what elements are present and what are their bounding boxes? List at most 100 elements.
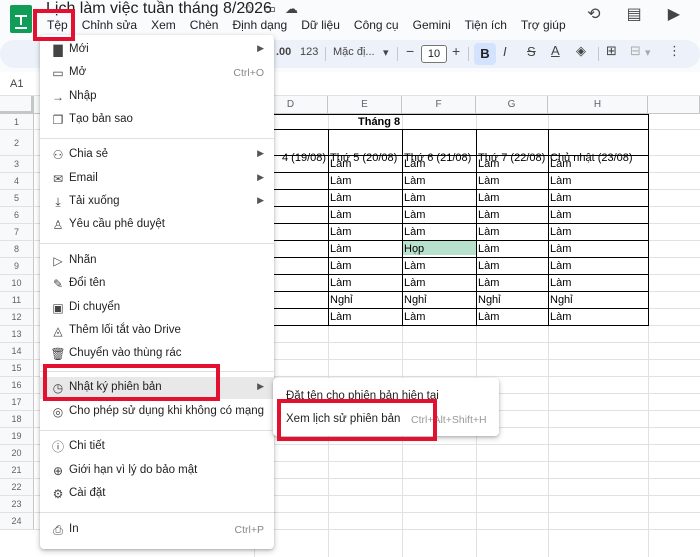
star-icon[interactable]: ☆: [243, 1, 255, 17]
table-cell[interactable]: Làm: [550, 226, 571, 238]
merge-cells-icon[interactable]: ⊟: [630, 43, 641, 59]
decimal-increase-button[interactable]: .00: [276, 46, 291, 58]
table-cell[interactable]: Làm: [404, 260, 425, 272]
row-header[interactable]: 18: [0, 411, 34, 428]
table-cell[interactable]: Làm: [550, 277, 571, 289]
row-header[interactable]: 7: [0, 224, 34, 241]
row-header[interactable]: 17: [0, 394, 34, 411]
menu-item-new[interactable]: ▇ Mới ▶: [40, 39, 274, 61]
row-header[interactable]: 6: [0, 207, 34, 224]
font-size-input[interactable]: 10: [421, 45, 447, 63]
table-cell[interactable]: Nghỉ: [478, 294, 501, 306]
table-cell[interactable]: Làm: [330, 209, 351, 221]
chevron-down-icon[interactable]: ▾: [645, 46, 651, 59]
table-cell[interactable]: Họp: [404, 243, 424, 255]
row-header[interactable]: 5: [0, 190, 34, 207]
row-header[interactable]: 20: [0, 445, 34, 462]
table-cell[interactable]: Làm: [478, 243, 499, 255]
fill-color-icon[interactable]: ◈: [576, 43, 586, 59]
borders-icon[interactable]: ⊞: [606, 43, 617, 59]
row-header[interactable]: 10: [0, 275, 34, 292]
menu-item-move[interactable]: ▣ Di chuyển: [40, 297, 274, 319]
column-header-e[interactable]: E: [328, 96, 402, 114]
table-cell[interactable]: Làm: [404, 277, 425, 289]
table-cell[interactable]: Nghỉ: [550, 294, 573, 306]
font-size-increase-button[interactable]: +: [452, 43, 460, 59]
column-header-i[interactable]: [648, 96, 700, 114]
bold-button[interactable]: B: [474, 43, 496, 65]
column-header-f[interactable]: F: [402, 96, 476, 114]
column-header-g[interactable]: G: [476, 96, 548, 114]
table-cell[interactable]: Làm: [550, 175, 571, 187]
menu-item-offline[interactable]: ◎ Cho phép sử dụng khi không có mạng: [40, 401, 274, 423]
history-icon[interactable]: ⟲: [587, 4, 600, 24]
table-cell[interactable]: Làm: [330, 158, 351, 170]
row-header[interactable]: 1: [0, 114, 34, 130]
number-format-button[interactable]: 123: [300, 46, 318, 58]
select-all-corner[interactable]: [0, 96, 34, 114]
table-cell[interactable]: Làm: [550, 311, 571, 323]
row-header[interactable]: 14: [0, 343, 34, 360]
table-cell[interactable]: Làm: [478, 260, 499, 272]
table-cell[interactable]: Làm: [330, 311, 351, 323]
table-cell[interactable]: Làm: [404, 192, 425, 204]
table-cell[interactable]: Làm: [478, 209, 499, 221]
menu-help[interactable]: Trợ giúp: [514, 17, 573, 33]
row-header[interactable]: 3: [0, 156, 34, 173]
menu-item-trash[interactable]: 🗑 Chuyển vào thùng rác: [40, 343, 274, 365]
menu-format[interactable]: Định dạng: [225, 17, 294, 33]
table-cell[interactable]: Làm: [330, 192, 351, 204]
menu-item-email[interactable]: ✉ Email ▶: [40, 168, 274, 190]
strikethrough-button[interactable]: S: [527, 44, 536, 59]
table-cell[interactable]: Làm: [404, 311, 425, 323]
more-icon[interactable]: ⋮: [668, 43, 681, 59]
menu-item-print[interactable]: ⎙ In Ctrl+P: [40, 519, 274, 541]
table-cell[interactable]: Làm: [330, 260, 351, 272]
table-cell[interactable]: Làm: [550, 209, 571, 221]
table-cell[interactable]: Làm: [550, 158, 571, 170]
table-cell[interactable]: Làm: [550, 260, 571, 272]
table-cell[interactable]: Làm: [404, 226, 425, 238]
font-size-decrease-button[interactable]: −: [406, 43, 414, 59]
row-header[interactable]: 15: [0, 360, 34, 377]
row-header[interactable]: 24: [0, 513, 34, 530]
menu-insert[interactable]: Chèn: [183, 17, 226, 33]
table-cell[interactable]: Làm: [550, 192, 571, 204]
menu-item-open[interactable]: ▭ Mở Ctrl+O: [40, 62, 274, 84]
table-cell[interactable]: Làm: [330, 226, 351, 238]
menu-edit[interactable]: Chỉnh sửa: [75, 17, 144, 33]
row-header[interactable]: 12: [0, 309, 34, 326]
table-cell[interactable]: Làm: [330, 243, 351, 255]
table-cell[interactable]: Làm: [404, 209, 425, 221]
row-header[interactable]: 11: [0, 292, 34, 309]
menu-item-approval[interactable]: ♙ Yêu cầu phê duyệt: [40, 214, 274, 236]
table-cell[interactable]: Làm: [404, 175, 425, 187]
table-cell[interactable]: Làm: [478, 158, 499, 170]
column-header-h[interactable]: H: [548, 96, 648, 114]
table-cell[interactable]: Nghỉ: [330, 294, 353, 306]
menu-gemini[interactable]: Gemini: [406, 17, 458, 33]
font-family-select[interactable]: Mặc đị...: [333, 46, 375, 58]
table-cell[interactable]: Làm: [478, 175, 499, 187]
row-header[interactable]: 2: [0, 130, 34, 156]
text-color-button[interactable]: A: [551, 43, 560, 58]
menu-item-security[interactable]: ⊕ Giới hạn vì lý do bảo mật: [40, 460, 274, 482]
row-header[interactable]: 19: [0, 428, 34, 445]
menu-item-copy[interactable]: ❐ Tạo bản sao: [40, 109, 274, 131]
cloud-status-icon[interactable]: ☁: [285, 1, 298, 17]
row-header[interactable]: 23: [0, 496, 34, 513]
table-cell[interactable]: Làm: [330, 175, 351, 187]
move-folder-icon[interactable]: ▭: [264, 1, 276, 17]
menu-item-details[interactable]: ⓘ Chi tiết: [40, 436, 274, 458]
month-title[interactable]: Tháng 8: [358, 116, 400, 128]
menu-extensions[interactable]: Tiện ích: [458, 17, 514, 33]
chevron-down-icon[interactable]: ▾: [383, 46, 389, 59]
sheets-logo-icon[interactable]: [10, 5, 32, 33]
table-cell[interactable]: Làm: [478, 192, 499, 204]
menu-view[interactable]: Xem: [144, 17, 183, 33]
row-header[interactable]: 16: [0, 377, 34, 394]
table-cell[interactable]: Làm: [478, 311, 499, 323]
table-cell[interactable]: Làm: [478, 226, 499, 238]
row-header[interactable]: 21: [0, 462, 34, 479]
table-cell[interactable]: Nghỉ: [404, 294, 427, 306]
